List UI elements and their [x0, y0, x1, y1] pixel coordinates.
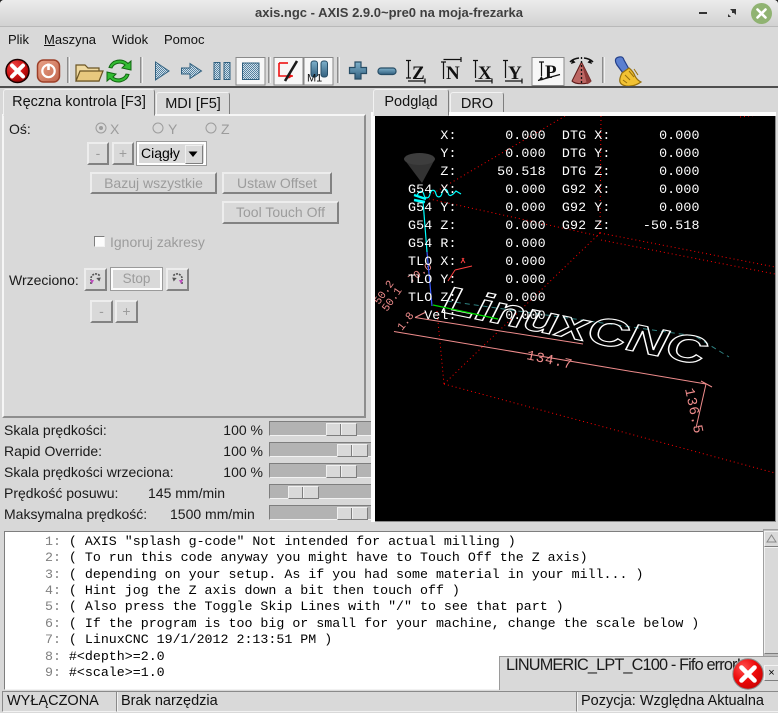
- svg-text:136.5: 136.5: [680, 387, 705, 436]
- svg-text:Y: Y: [508, 63, 522, 84]
- svg-text:X: 0.000 DTG X: 0.0: X: 0.000 DTG X: 0.000 Y: 0.000 DTG Y: 0.…: [408, 128, 700, 323]
- svg-text:Z: Z: [412, 63, 425, 84]
- svg-text:P: P: [545, 62, 557, 83]
- svg-text:134.7: 134.7: [525, 348, 574, 373]
- svg-text:N: N: [446, 63, 460, 84]
- svg-text:X: X: [478, 63, 492, 84]
- svg-text:M1: M1: [307, 73, 322, 85]
